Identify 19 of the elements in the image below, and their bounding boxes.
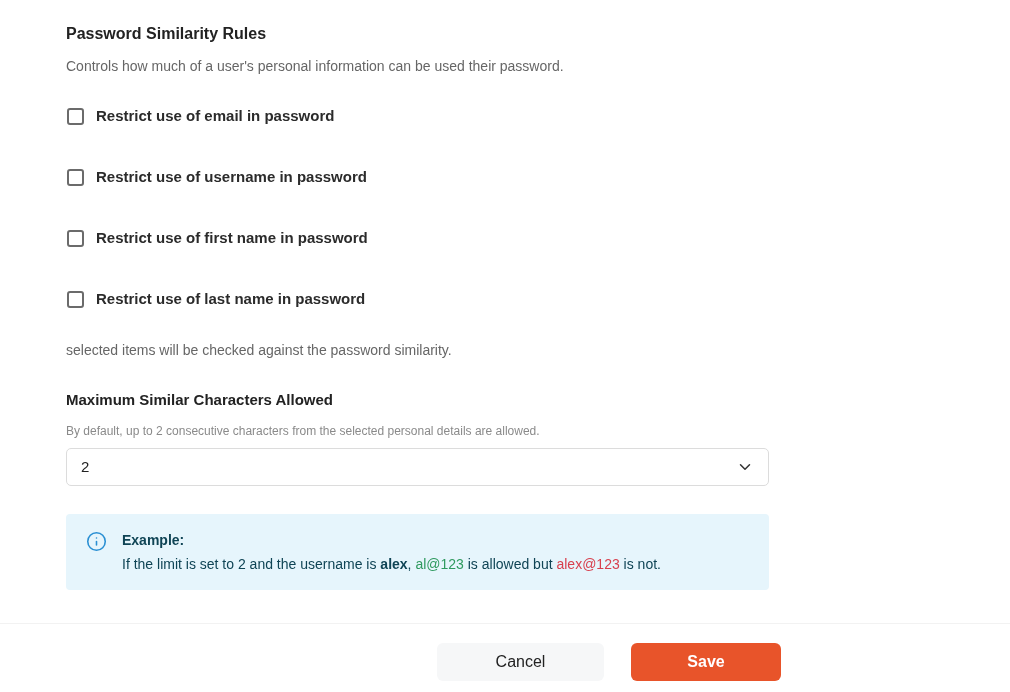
checkbox[interactable] xyxy=(67,290,84,308)
select-field[interactable]: 2 xyxy=(66,448,769,486)
rules-note: selected items will be checked against the password similarity. xyxy=(66,341,452,360)
checkbox-label: Restrict use of last name in password xyxy=(96,289,366,309)
section-description: Controls how much of a user's personal information can be used their password. xyxy=(66,57,564,76)
cancel-button[interactable]: Cancel xyxy=(437,643,604,681)
field-label: Maximum Similar Characters Allowed xyxy=(66,390,334,410)
checkbox[interactable] xyxy=(67,229,84,247)
save-button[interactable]: Save xyxy=(631,643,781,681)
checkbox[interactable] xyxy=(67,107,84,125)
section-title: Password Similarity Rules xyxy=(66,24,267,44)
checkbox-label: Restrict use of username in password xyxy=(96,167,367,187)
example-title: Example: xyxy=(122,531,185,550)
checkbox[interactable] xyxy=(67,168,84,186)
field-hint: By default, up to 2 consecutive characters from the selected personal details are allowed. xyxy=(66,423,540,439)
example-text: If the limit is set to 2 and the username is alex, al@123 is allowed but alex@123 is not. xyxy=(122,555,661,574)
checkbox-label: Restrict use of email in password xyxy=(96,106,335,126)
checkbox-label: Restrict use of first name in password xyxy=(96,228,368,248)
info-icon xyxy=(86,531,107,552)
